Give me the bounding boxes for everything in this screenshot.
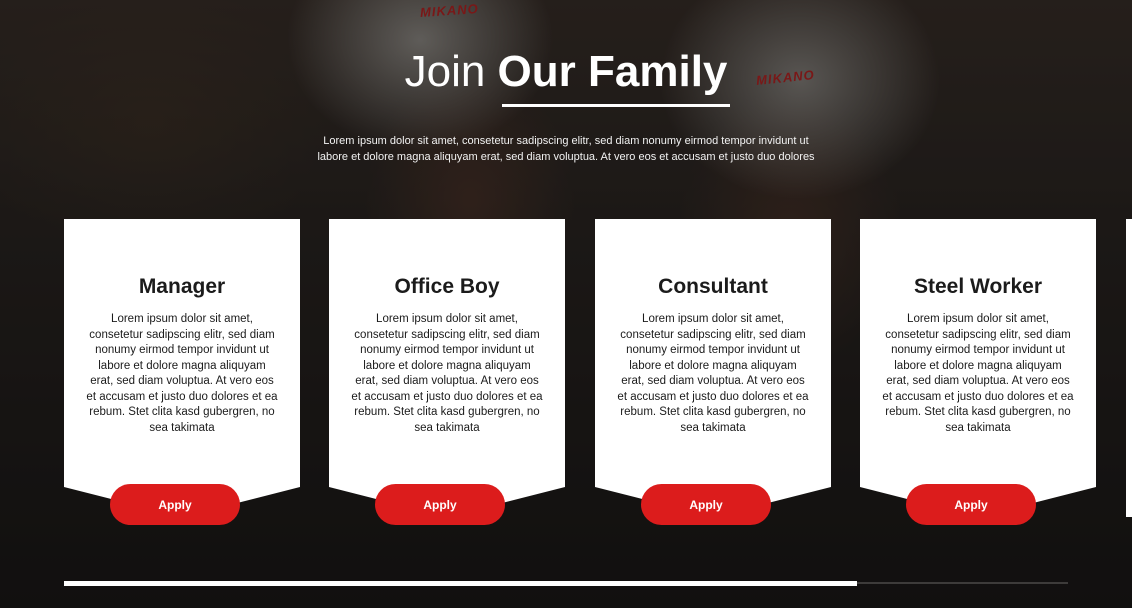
job-description: Lorem ipsum dolor sit amet, consetetur s… xyxy=(617,313,809,434)
apply-button-manager[interactable]: Apply xyxy=(110,484,240,525)
job-title: Steel Worker xyxy=(914,275,1042,298)
title-underline xyxy=(502,104,730,107)
next-job-card-peek[interactable] xyxy=(1126,219,1132,517)
apply-button-office-boy[interactable]: Apply xyxy=(375,484,505,525)
intro-line: labore et dolore magna aliquyam erat, se… xyxy=(317,151,815,163)
section-title: Join Our Family xyxy=(0,44,1132,100)
apply-button-steel-worker[interactable]: Apply xyxy=(906,484,1036,525)
job-title: Consultant xyxy=(658,275,768,298)
apply-button-consultant[interactable]: Apply xyxy=(641,484,771,525)
job-title: Office Boy xyxy=(394,275,500,298)
job-card-consultant: Consultant Lorem ipsum dolor sit amet, c… xyxy=(595,219,831,517)
job-title: Manager xyxy=(138,275,226,298)
section-title-light: Join xyxy=(404,47,486,96)
section-intro: Lorem ipsum dolor sit amet, consetetur s… xyxy=(270,133,862,165)
section-title-bold: Our Family xyxy=(497,47,728,96)
job-description: Lorem ipsum dolor sit amet, consetetur s… xyxy=(351,313,543,434)
job-card-office-boy: Office Boy Lorem ipsum dolor sit amet, c… xyxy=(329,219,565,517)
carousel-scrollbar-thumb[interactable] xyxy=(64,581,857,586)
job-card-manager: Manager Lorem ipsum dolor sit amet, cons… xyxy=(64,219,300,517)
intro-line: Lorem ipsum dolor sit amet, consetetur s… xyxy=(323,135,809,147)
job-description: Lorem ipsum dolor sit amet, consetetur s… xyxy=(86,313,278,434)
job-card-steel-worker: Steel Worker Lorem ipsum dolor sit amet,… xyxy=(860,219,1096,517)
job-description: Lorem ipsum dolor sit amet, consetetur s… xyxy=(882,313,1074,434)
